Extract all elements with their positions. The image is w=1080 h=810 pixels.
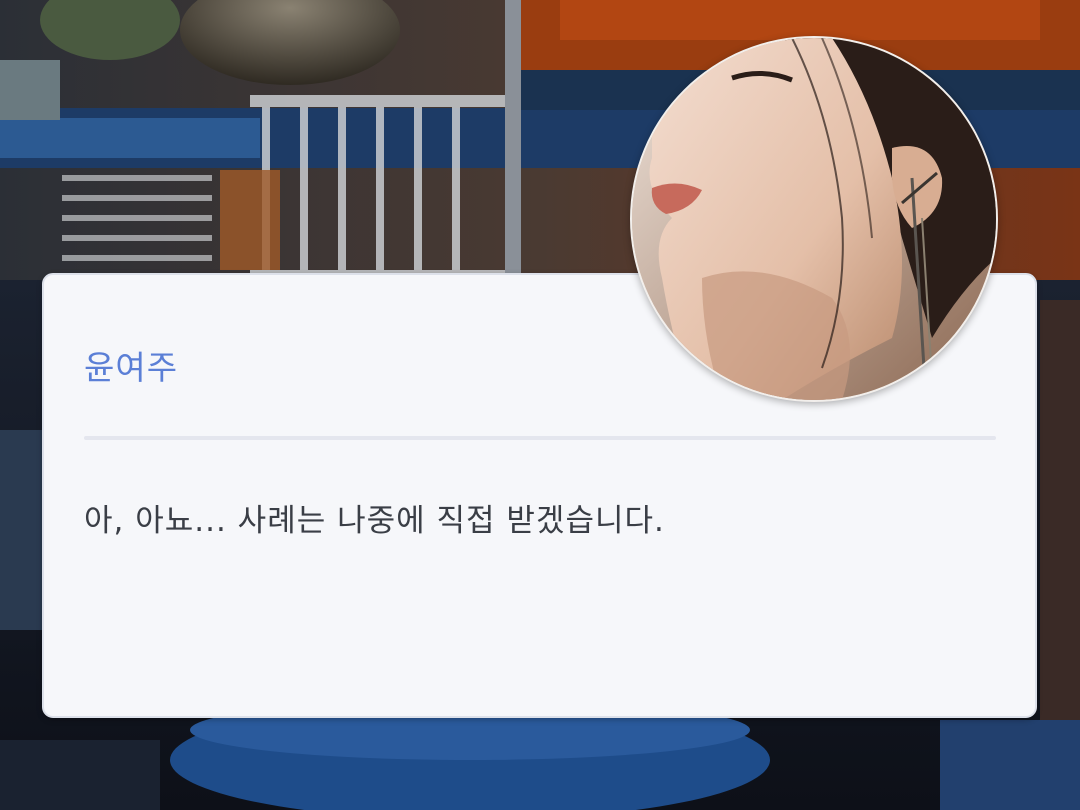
character-portrait	[630, 36, 998, 402]
dialogue-text: 아, 아뇨... 사례는 나중에 직접 받겠습니다.	[84, 503, 665, 539]
name-divider	[84, 436, 996, 440]
speaker-name: 윤여주	[84, 348, 179, 387]
